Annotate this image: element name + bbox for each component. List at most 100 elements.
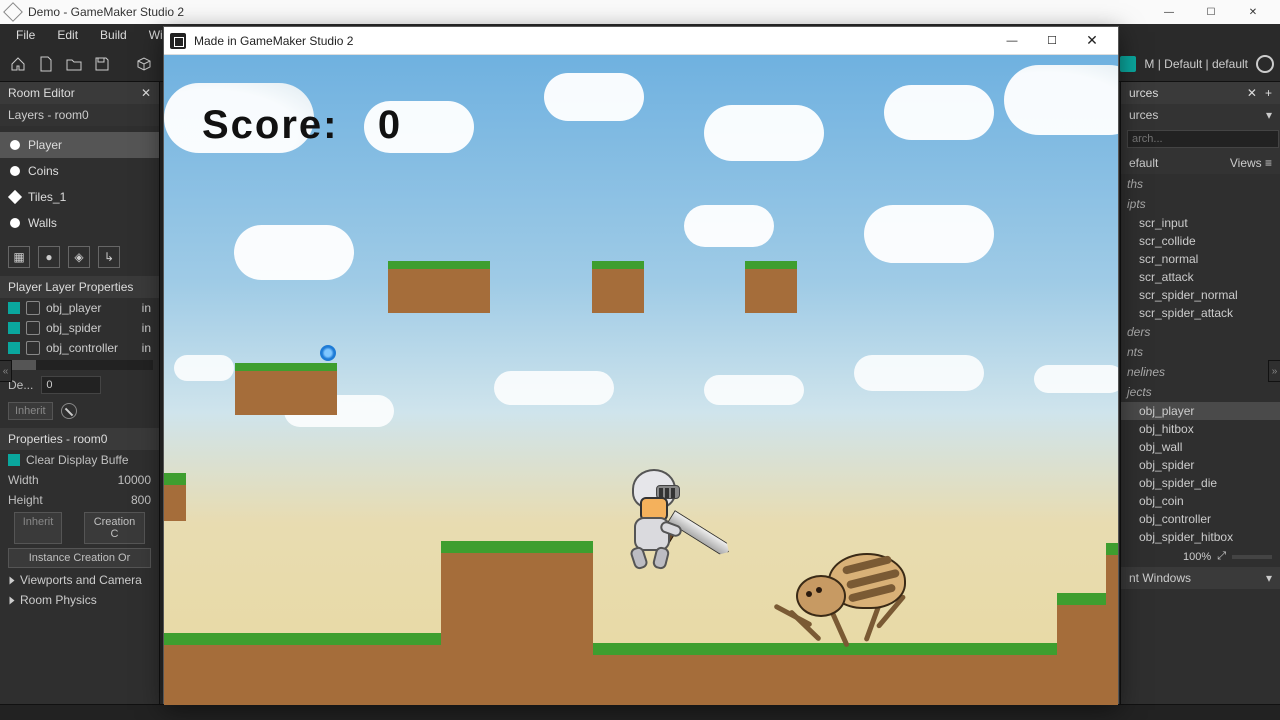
depth-input[interactable] (41, 376, 101, 394)
tree-item[interactable]: obj_hitbox (1121, 420, 1280, 438)
cloud (1034, 365, 1118, 393)
game-canvas[interactable]: Score: 0 (164, 55, 1118, 705)
image-layer-icon[interactable]: ▦ (8, 246, 30, 268)
default-view-label: efault (1129, 156, 1158, 170)
game-titlebar[interactable]: Made in GameMaker Studio 2 — ☐ ✕ (164, 27, 1118, 55)
layer-item-tiles[interactable]: Tiles_1 (0, 184, 159, 210)
right-collapse-tab[interactable]: » (1268, 360, 1280, 382)
platform (745, 261, 797, 313)
tile-layer-icon[interactable]: ◈ (68, 246, 90, 268)
game-title: Made in GameMaker Studio 2 (194, 34, 353, 48)
left-collapse-tab[interactable]: « (0, 360, 12, 382)
cloud (234, 225, 354, 280)
clear-display-label: Clear Display Buffe (26, 453, 129, 467)
zoom-reset-icon[interactable]: ⤢ (1217, 550, 1226, 563)
cloud (174, 355, 234, 381)
tree-folder[interactable]: ths (1121, 174, 1280, 194)
horizontal-scrollbar[interactable] (6, 360, 153, 370)
clear-icon[interactable] (61, 403, 77, 419)
tree-item[interactable]: obj_spider_die (1121, 474, 1280, 492)
game-close-icon[interactable]: ✕ (1072, 27, 1112, 55)
close-panel-icon[interactable]: ✕ (1247, 86, 1257, 100)
tree-folder[interactable]: ders (1121, 322, 1280, 342)
package-icon[interactable] (132, 52, 156, 76)
width-value[interactable]: 10000 (118, 473, 151, 487)
recent-windows-header[interactable]: nt Windows▾ (1121, 567, 1280, 589)
chevron-down-icon: ▾ (1266, 108, 1272, 122)
target-icon[interactable] (1256, 55, 1274, 73)
height-value[interactable]: 800 (131, 493, 151, 507)
ground (593, 643, 1058, 705)
inherit-button-2[interactable]: Inherit (14, 512, 62, 544)
cloud (854, 355, 984, 391)
layers-subheader: Layers - room0 (0, 104, 159, 126)
tree-folder[interactable]: nts (1121, 342, 1280, 362)
checkbox-icon[interactable] (8, 322, 20, 334)
inherit-button[interactable]: Inherit (8, 402, 53, 420)
layer-item-walls[interactable]: Walls (0, 210, 159, 236)
game-maximize-icon[interactable]: ☐ (1032, 27, 1072, 55)
layer-obj-row[interactable]: obj_spiderin (0, 318, 159, 338)
tree-item[interactable]: scr_attack (1121, 268, 1280, 286)
platform (388, 261, 490, 313)
resources-sub[interactable]: urces▾ (1121, 104, 1280, 126)
checkbox-icon[interactable] (8, 454, 20, 466)
viewports-expand[interactable]: Viewports and Camera (0, 570, 159, 590)
game-app-icon (170, 33, 186, 49)
player-layer-props-header: Player Layer Properties (0, 276, 159, 298)
room-physics-expand[interactable]: Room Physics (0, 590, 159, 610)
tree-folder[interactable]: nelines (1121, 362, 1280, 382)
cloud (884, 85, 994, 140)
cloud (704, 375, 804, 405)
instance-layer-icon[interactable]: ● (38, 246, 60, 268)
ide-titlebar: Demo - GameMaker Studio 2 — ☐ ✕ (0, 0, 1280, 24)
tree-item[interactable]: obj_spider_hitbox (1121, 528, 1280, 546)
tree-item[interactable]: obj_player (1121, 402, 1280, 420)
instance-creation-order-button[interactable]: Instance Creation Or (8, 548, 151, 568)
player-knight (604, 469, 694, 579)
creation-code-button[interactable]: Creation C (84, 512, 145, 544)
menu-build[interactable]: Build (92, 26, 135, 44)
close-icon[interactable]: ✕ (1232, 0, 1274, 24)
checkbox-icon[interactable] (8, 302, 20, 314)
layer-item-player[interactable]: Player (0, 132, 159, 158)
checkbox-icon[interactable] (8, 342, 20, 354)
views-button[interactable]: Views ≡ (1230, 156, 1272, 170)
menu-edit[interactable]: Edit (49, 26, 86, 44)
tree-item[interactable]: scr_spider_normal (1121, 286, 1280, 304)
maximize-icon[interactable]: ☐ (1190, 0, 1232, 24)
menu-file[interactable]: File (8, 26, 43, 44)
tree-item[interactable]: obj_coin (1121, 492, 1280, 510)
game-minimize-icon[interactable]: — (992, 27, 1032, 55)
layer-item-coins[interactable]: Coins (0, 158, 159, 184)
tree-item[interactable]: obj_wall (1121, 438, 1280, 456)
tree-folder[interactable]: jects (1121, 382, 1280, 402)
resource-tree: thsiptsscr_inputscr_collidescr_normalscr… (1121, 174, 1280, 546)
layer-obj-row[interactable]: obj_controllerin (0, 338, 159, 358)
tree-item[interactable]: scr_normal (1121, 250, 1280, 268)
path-layer-icon[interactable]: ↳ (98, 246, 120, 268)
status-indicator-icon (1120, 56, 1136, 72)
tree-item[interactable]: obj_spider (1121, 456, 1280, 474)
room-props-header: Properties - room0 (0, 428, 159, 450)
cloud (1004, 65, 1118, 135)
resource-search-input[interactable] (1127, 130, 1279, 148)
new-file-icon[interactable] (34, 52, 58, 76)
zoom-slider[interactable] (1232, 555, 1272, 559)
minimize-icon[interactable]: — (1148, 0, 1190, 24)
save-icon[interactable] (90, 52, 114, 76)
layer-obj-row[interactable]: obj_playerin (0, 298, 159, 318)
tree-folder[interactable]: ipts (1121, 194, 1280, 214)
tree-item[interactable]: scr_collide (1121, 232, 1280, 250)
tree-item[interactable]: scr_input (1121, 214, 1280, 232)
home-icon[interactable] (6, 52, 30, 76)
ground (1057, 593, 1106, 705)
add-panel-icon[interactable]: + (1265, 86, 1272, 100)
close-panel-icon[interactable]: ✕ (141, 86, 151, 100)
open-folder-icon[interactable] (62, 52, 86, 76)
tree-item[interactable]: scr_spider_attack (1121, 304, 1280, 322)
coin (320, 345, 336, 361)
left-panel: Room Editor ✕ Layers - room0 Player Coin… (0, 82, 160, 720)
tree-item[interactable]: obj_controller (1121, 510, 1280, 528)
status-bar (0, 704, 1280, 720)
